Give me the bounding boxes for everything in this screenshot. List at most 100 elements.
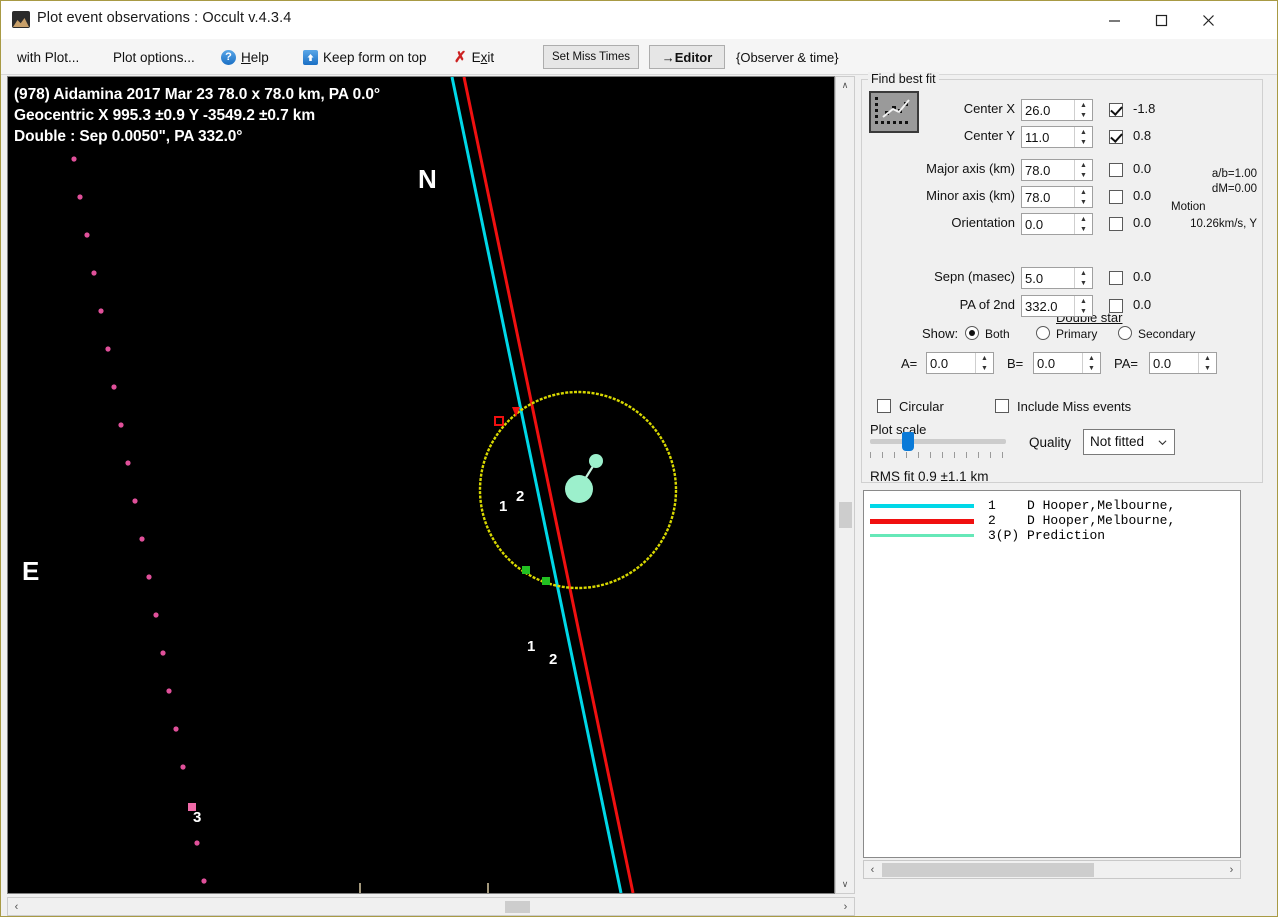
minor-axis-spin-buttons[interactable]: ▲ ▼ — [1074, 187, 1092, 207]
pa-input[interactable] — [1153, 353, 1197, 373]
center-x-spin-buttons[interactable]: ▲ ▼ — [1074, 100, 1092, 120]
plot-options-menu[interactable]: Plot options... — [109, 39, 199, 75]
major-axis-checkbox[interactable] — [1109, 163, 1123, 177]
orientation-spinner[interactable]: ▲ ▼ — [1021, 213, 1093, 235]
major-axis-label: Major axis (km) — [926, 161, 1015, 176]
center-x-input[interactable] — [1025, 100, 1069, 120]
pa-of-2nd-spinner[interactable]: ▲ ▼ — [1021, 295, 1093, 317]
editor-button[interactable]: →Editor — [649, 45, 725, 69]
pa-spin-buttons[interactable]: ▲ ▼ — [1198, 353, 1216, 373]
spin-down-icon[interactable]: ▼ — [1199, 363, 1216, 373]
pa-spinner[interactable]: ▲ ▼ — [1149, 352, 1217, 374]
sepn-spinner[interactable]: ▲ ▼ — [1021, 267, 1093, 289]
vertical-scrollbar-thumb[interactable] — [839, 502, 852, 528]
pa-of-2nd-checkbox[interactable] — [1109, 299, 1123, 313]
spin-down-icon[interactable]: ▼ — [1075, 197, 1092, 207]
plot-vertical-scrollbar[interactable]: ∧ ∨ — [835, 76, 855, 894]
spin-up-icon[interactable]: ▲ — [1075, 268, 1092, 278]
center-x-spinner[interactable]: ▲ ▼ — [1021, 99, 1093, 121]
chevron-down-icon — [1158, 440, 1167, 446]
b-spin-buttons[interactable]: ▲ ▼ — [1082, 353, 1100, 373]
plot-scale-slider-track[interactable] — [870, 439, 1006, 444]
show-secondary-label: Secondary — [1138, 327, 1196, 341]
center-x-label: Center X — [963, 101, 1015, 116]
show-both-radio[interactable] — [965, 326, 979, 340]
scroll-right-icon[interactable]: › — [1223, 861, 1240, 878]
a-spinner[interactable]: ▲ ▼ — [926, 352, 994, 374]
minor-axis-input[interactable] — [1025, 187, 1069, 207]
center-y-spinner[interactable]: ▲ ▼ — [1021, 126, 1093, 148]
spin-down-icon[interactable]: ▼ — [1075, 170, 1092, 180]
scroll-left-icon[interactable]: ‹ — [8, 898, 25, 915]
legend-list-horizontal-scrollbar[interactable]: ‹ › — [863, 860, 1241, 879]
maximize-button[interactable] — [1138, 1, 1184, 39]
spin-up-icon[interactable]: ▲ — [976, 353, 993, 363]
scroll-up-icon[interactable]: ∧ — [836, 77, 854, 94]
with-plot-menu[interactable]: with Plot... — [13, 39, 83, 75]
spin-up-icon[interactable]: ▲ — [1083, 353, 1100, 363]
orientation-spin-buttons[interactable]: ▲ ▼ — [1074, 214, 1092, 234]
horizontal-scrollbar-thumb[interactable] — [505, 901, 530, 913]
show-primary-label: Primary — [1056, 327, 1098, 341]
spin-up-icon[interactable]: ▲ — [1199, 353, 1216, 363]
center-y-spin-buttons[interactable]: ▲ ▼ — [1074, 127, 1092, 147]
spin-up-icon[interactable]: ▲ — [1075, 187, 1092, 197]
major-axis-spinner[interactable]: ▲ ▼ — [1021, 159, 1093, 181]
sepn-input[interactable] — [1025, 268, 1069, 288]
spin-down-icon[interactable]: ▼ — [1075, 224, 1092, 234]
help-button[interactable]: ? Help — [217, 39, 273, 75]
circular-checkbox[interactable] — [877, 399, 891, 413]
scroll-left-icon[interactable]: ‹ — [864, 861, 881, 878]
sepn-spin-buttons[interactable]: ▲ ▼ — [1074, 268, 1092, 288]
major-axis-input[interactable] — [1025, 160, 1069, 180]
minor-axis-checkbox[interactable] — [1109, 190, 1123, 204]
set-miss-times-label: Set Miss Times — [552, 51, 630, 63]
plot-canvas[interactable]: (978) Aidamina 2017 Mar 23 78.0 x 78.0 k… — [7, 76, 835, 894]
center-y-input[interactable] — [1025, 127, 1069, 147]
spin-down-icon[interactable]: ▼ — [1075, 137, 1092, 147]
observer-time-status[interactable]: {Observer & time} — [736, 39, 839, 75]
close-button[interactable] — [1185, 1, 1231, 39]
keep-form-on-top-button[interactable]: Keep form on top — [299, 39, 431, 75]
show-secondary-radio[interactable] — [1118, 326, 1132, 340]
center-x-checkbox[interactable] — [1109, 103, 1123, 117]
minimize-button[interactable] — [1091, 1, 1137, 39]
spin-up-icon[interactable]: ▲ — [1075, 214, 1092, 224]
scroll-right-icon[interactable]: › — [837, 898, 854, 915]
scroll-down-icon[interactable]: ∨ — [836, 876, 854, 893]
minor-axis-spinner[interactable]: ▲ ▼ — [1021, 186, 1093, 208]
include-miss-events-checkbox[interactable] — [995, 399, 1009, 413]
pa-of-2nd-spin-buttons[interactable]: ▲ ▼ — [1074, 296, 1092, 316]
spin-down-icon[interactable]: ▼ — [1075, 306, 1092, 316]
sepn-checkbox[interactable] — [1109, 271, 1123, 285]
plot-horizontal-scrollbar[interactable]: ‹ › — [7, 897, 855, 916]
spin-up-icon[interactable]: ▲ — [1075, 100, 1092, 110]
show-primary-radio[interactable] — [1036, 326, 1050, 340]
orientation-checkbox[interactable] — [1109, 217, 1123, 231]
spin-up-icon[interactable]: ▲ — [1075, 160, 1092, 170]
spin-down-icon[interactable]: ▼ — [1083, 363, 1100, 373]
spin-up-icon[interactable]: ▲ — [1075, 296, 1092, 306]
a-label: A= — [901, 356, 918, 371]
spin-down-icon[interactable]: ▼ — [1075, 110, 1092, 120]
miss-event-label: 3 — [193, 809, 202, 826]
exit-button[interactable]: ✗ Exit — [450, 39, 498, 75]
pa-of-2nd-input[interactable] — [1025, 296, 1069, 316]
legend-scrollbar-thumb[interactable] — [882, 863, 1094, 877]
observations-legend-list[interactable]: 1 D Hooper,Melbourne, 2 D Hooper,Melbour… — [863, 490, 1241, 858]
b-spinner[interactable]: ▲ ▼ — [1033, 352, 1101, 374]
plot-scale-slider-thumb[interactable] — [902, 432, 914, 451]
spin-up-icon[interactable]: ▲ — [1075, 127, 1092, 137]
spin-down-icon[interactable]: ▼ — [976, 363, 993, 373]
orientation-input[interactable] — [1025, 214, 1069, 234]
app-icon — [12, 11, 30, 28]
b-input[interactable] — [1037, 353, 1081, 373]
center-y-checkbox[interactable] — [1109, 130, 1123, 144]
spin-down-icon[interactable]: ▼ — [1075, 278, 1092, 288]
set-miss-times-button[interactable]: Set Miss Times — [543, 45, 639, 69]
major-axis-spin-buttons[interactable]: ▲ ▼ — [1074, 160, 1092, 180]
legend-text-1: 1 D Hooper,Melbourne, — [988, 498, 1176, 513]
a-input[interactable] — [930, 353, 974, 373]
quality-dropdown[interactable]: Not fitted — [1083, 429, 1175, 455]
a-spin-buttons[interactable]: ▲ ▼ — [975, 353, 993, 373]
